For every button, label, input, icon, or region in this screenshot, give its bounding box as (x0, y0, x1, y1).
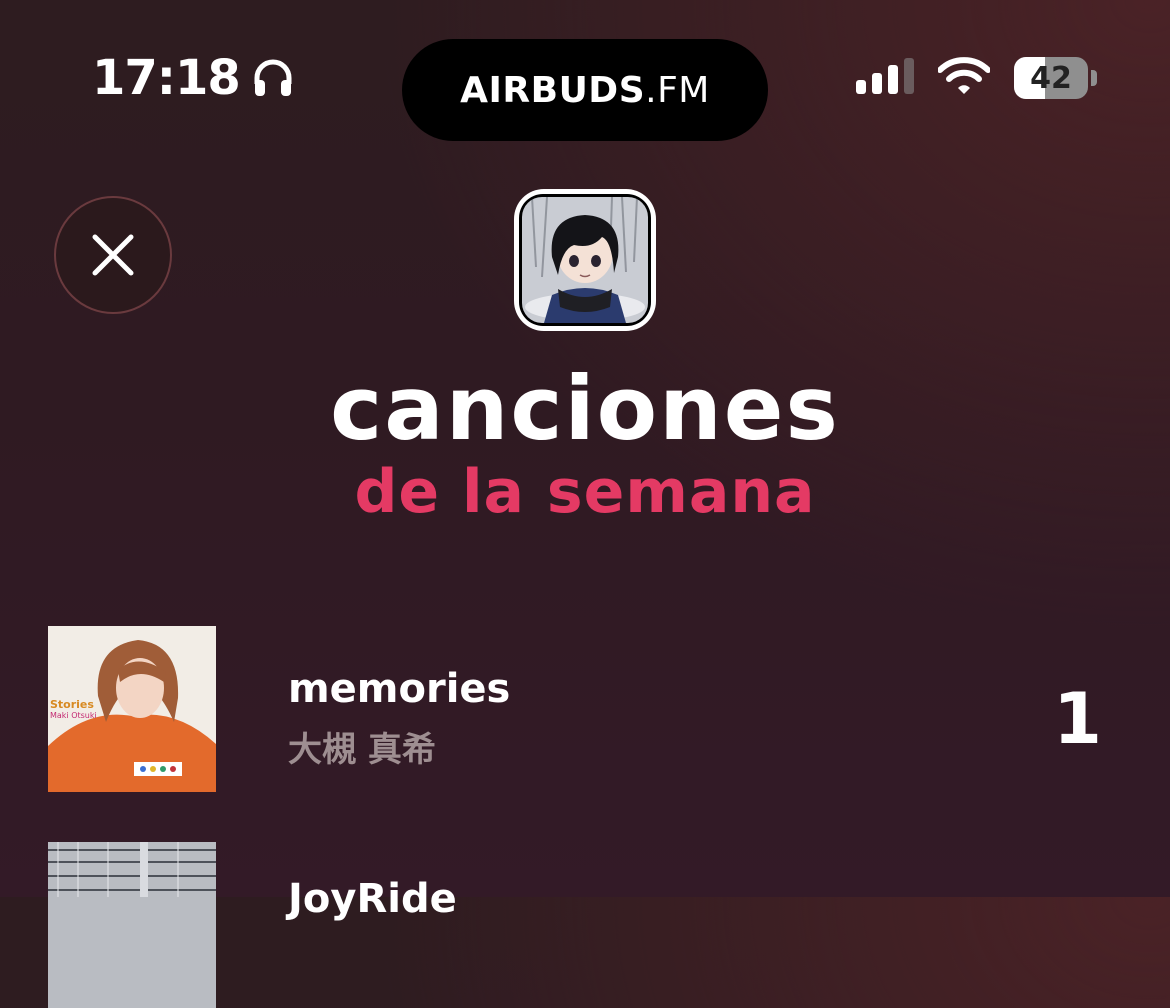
track-rank: 1 (1053, 678, 1102, 760)
airbuds-brand-pill[interactable]: AIRBUDS.FM (402, 39, 768, 141)
cellular-signal-icon (856, 56, 914, 100)
track-title: JoyRide (288, 876, 457, 922)
user-avatar[interactable] (514, 189, 656, 331)
brand-thin: .FM (645, 69, 710, 111)
page-title: canciones (330, 357, 840, 460)
brand-bold: AIRBUDS (460, 69, 646, 111)
wifi-icon (937, 56, 991, 100)
battery-level: 42 (1030, 60, 1072, 96)
track-title: memories (288, 666, 511, 712)
close-icon (92, 234, 134, 276)
track-row[interactable]: Stories Maki Otsuki memories 大槻 真希 1 (48, 626, 1128, 792)
status-time-text: 17:18 (92, 50, 241, 106)
status-time: 17:18 (92, 50, 294, 106)
headphones-icon (252, 58, 294, 98)
brand-logo-text: AIRBUDS.FM (460, 70, 710, 111)
cover-text: Stories (50, 698, 94, 711)
track-artist: 大槻 真希 (288, 730, 436, 770)
page-subtitle: de la semana (354, 457, 816, 527)
track-row[interactable]: JoyRide (48, 842, 1128, 1008)
status-indicators: 42 (856, 56, 1097, 100)
battery-icon: 42 (1014, 57, 1097, 99)
close-button[interactable] (54, 196, 172, 314)
album-cover: Stories Maki Otsuki (48, 626, 216, 792)
album-cover (48, 842, 216, 1008)
avatar-image (522, 197, 648, 323)
cover-subtext: Maki Otsuki (50, 711, 97, 720)
